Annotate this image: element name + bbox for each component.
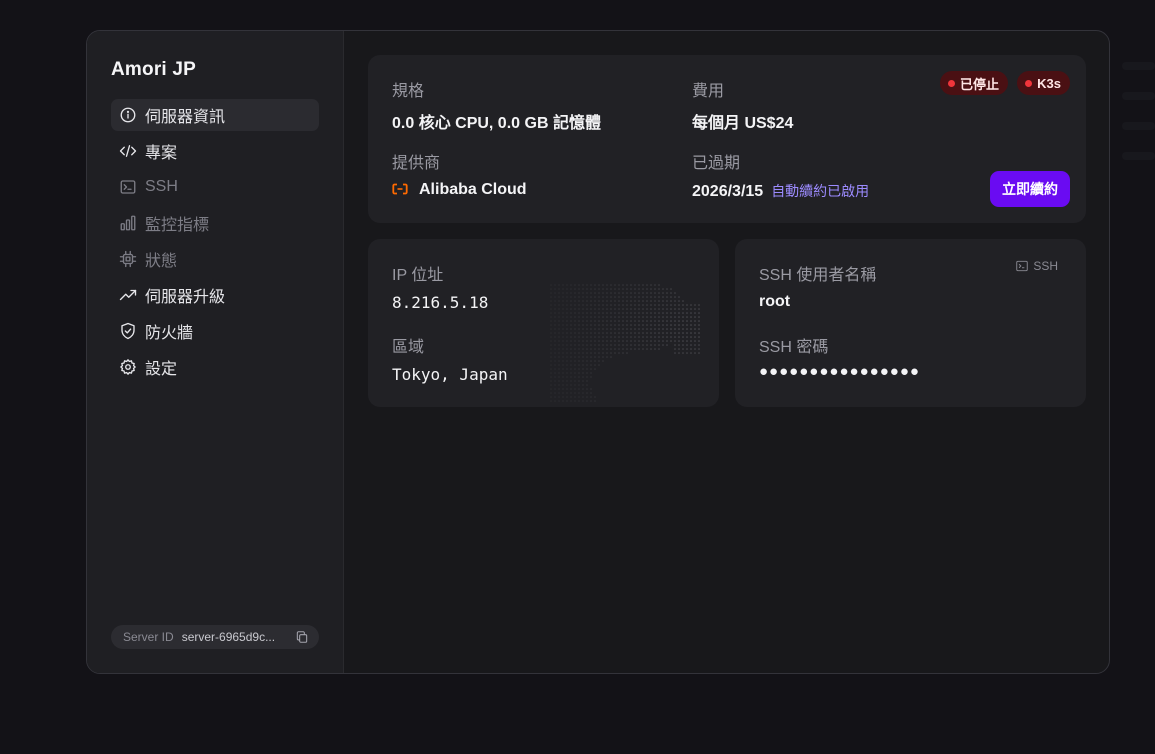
background-content (1110, 40, 1155, 200)
sidebar-nav: 伺服器資訊 專案 SSH 監控指標 狀態 伺服器升級 防火牆 設定 (111, 99, 319, 383)
status-badge: 已停止 (939, 71, 1008, 95)
provider-name: Alibaba Cloud (419, 181, 527, 198)
expiry-label: 已過期 (692, 155, 741, 172)
sidebar-item-upgrade[interactable]: 伺服器升級 (111, 279, 319, 311)
sidebar-item-label: 伺服器升級 (145, 289, 226, 306)
server-id-label: Server ID (123, 630, 174, 644)
gear-icon (119, 358, 137, 376)
sidebar-item-metrics[interactable]: 監控指標 (111, 207, 319, 239)
k3s-badge: K3s (1017, 71, 1070, 95)
sidebar-item-firewall[interactable]: 防火牆 (111, 315, 319, 347)
bar-chart-icon (119, 214, 137, 232)
spec-label: 規格 (392, 83, 425, 100)
ssh-link-label: SSH (1033, 259, 1058, 273)
code-icon (119, 142, 137, 160)
network-card: IP 位址 8.216.5.18 區域 Tokyo, Japan (368, 239, 719, 407)
main-content: 規格 0.0 核心 CPU, 0.0 GB 記憶體 費用 每個月 US$24 已… (344, 31, 1109, 673)
ssh-card: SSH SSH 使用者名稱 root SSH 密碼 ●●●●●●●●●●●●●●… (735, 239, 1086, 407)
sidebar-item-label: SSH (145, 178, 178, 195)
ssh-password-label: SSH 密碼 (759, 339, 829, 356)
server-name: Amori JP (111, 59, 197, 80)
provider-label: 提供商 (392, 155, 441, 172)
trending-up-icon (119, 286, 137, 304)
sidebar-item-status[interactable]: 狀態 (111, 243, 319, 275)
sidebar-item-settings[interactable]: 設定 (111, 351, 319, 383)
sidebar-item-label: 設定 (145, 361, 178, 378)
info-icon (119, 106, 137, 124)
world-map-dots (550, 284, 700, 402)
ssh-link[interactable]: SSH (1015, 259, 1058, 273)
k3s-badge-label: K3s (1037, 75, 1061, 91)
overview-card: 規格 0.0 核心 CPU, 0.0 GB 記憶體 費用 每個月 US$24 已… (368, 55, 1086, 223)
provider-value: Alibaba Cloud (392, 181, 527, 199)
spec-value: 0.0 核心 CPU, 0.0 GB 記憶體 (392, 115, 601, 132)
renew-now-button[interactable]: 立即續約 (990, 171, 1070, 207)
sidebar: Amori JP 伺服器資訊 專案 SSH 監控指標 狀態 伺服器升級 防火牆 … (87, 31, 344, 673)
region-value: Tokyo, Japan (392, 365, 508, 384)
sidebar-item-label: 伺服器資訊 (145, 109, 226, 126)
sidebar-item-label: 狀態 (145, 253, 178, 270)
ssh-username-value[interactable]: root (759, 293, 790, 311)
sidebar-item-label: 監控指標 (145, 217, 210, 234)
ssh-username-label: SSH 使用者名稱 (759, 267, 877, 284)
terminal-icon (119, 178, 137, 196)
auto-renew-status: 自動續約已啟用 (771, 183, 870, 199)
cpu-chip-icon (119, 250, 137, 268)
sidebar-item-label: 專案 (145, 145, 178, 162)
server-id-value: server-6965d9c... (181, 630, 276, 644)
status-badge-label: 已停止 (959, 76, 999, 92)
server-id-pill: Server ID server-6965d9c... (111, 625, 319, 649)
server-details-modal: Amori JP 伺服器資訊 專案 SSH 監控指標 狀態 伺服器升級 防火牆 … (86, 30, 1110, 674)
sidebar-item-label: 防火牆 (145, 325, 194, 342)
alibaba-cloud-icon (392, 183, 408, 195)
sidebar-item-projects[interactable]: 專案 (111, 135, 319, 167)
terminal-icon (1016, 260, 1029, 272)
ip-label: IP 位址 (392, 267, 444, 284)
sidebar-item-ssh[interactable]: SSH (111, 171, 319, 203)
expiry-date: 2026/3/15 (692, 183, 764, 200)
sidebar-item-server-info[interactable]: 伺服器資訊 (111, 99, 319, 131)
ip-value[interactable]: 8.216.5.18 (392, 293, 488, 312)
copy-icon[interactable] (295, 630, 309, 644)
ssh-password-value[interactable]: ●●●●●●●●●●●●●●●● (759, 363, 920, 380)
expiry-value: 2026/3/15 自動續約已啟用 (692, 181, 869, 201)
k3s-dot (1025, 79, 1033, 87)
cost-label: 費用 (692, 83, 725, 100)
status-dot (947, 79, 955, 87)
cost-value: 每個月 US$24 (692, 115, 794, 132)
region-label: 區域 (392, 339, 425, 356)
shield-check-icon (119, 322, 137, 340)
